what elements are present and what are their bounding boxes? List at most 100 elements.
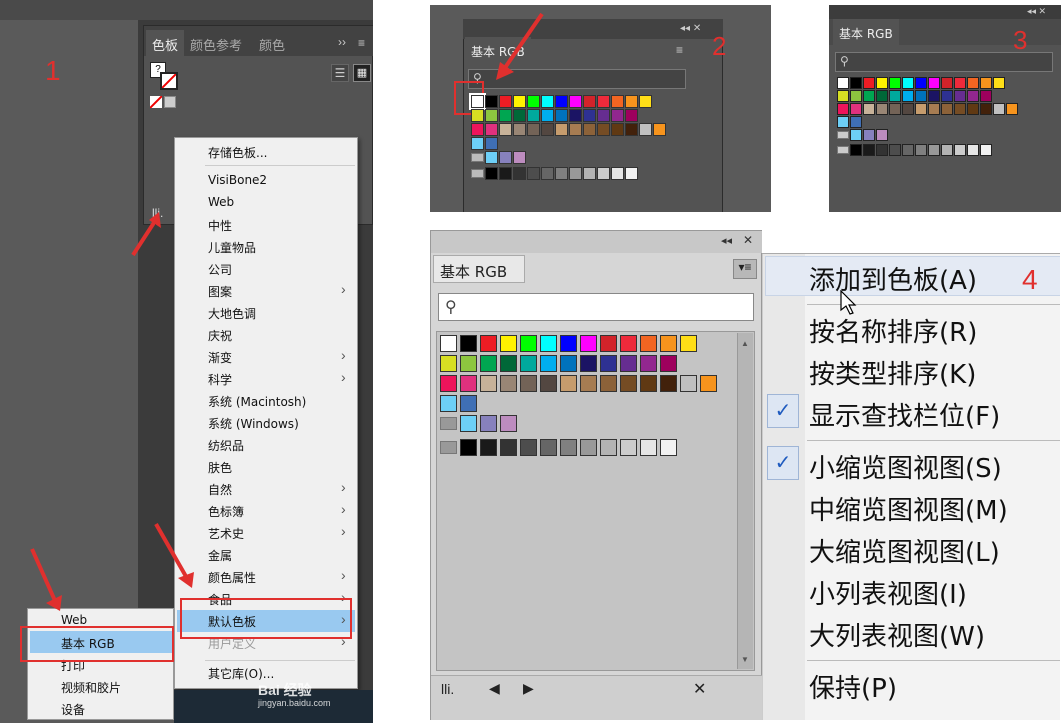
swatch[interactable] xyxy=(993,77,1005,89)
swatch[interactable] xyxy=(915,103,927,115)
swatch[interactable] xyxy=(480,375,497,392)
swatch[interactable] xyxy=(460,335,477,352)
swatch[interactable] xyxy=(480,439,497,456)
menu-item[interactable]: 图案 xyxy=(208,283,232,300)
swatch[interactable] xyxy=(440,335,457,352)
menu-item[interactable]: 大列表视图(W) xyxy=(809,616,985,653)
swatch[interactable] xyxy=(540,335,557,352)
swatch[interactable] xyxy=(580,335,597,352)
swatch[interactable] xyxy=(520,375,537,392)
menu-item[interactable]: VisiBone2 xyxy=(208,173,267,187)
submenu-item-web[interactable]: Web xyxy=(61,613,87,627)
swatch[interactable] xyxy=(513,95,526,108)
swatch[interactable] xyxy=(876,77,888,89)
swatch[interactable] xyxy=(527,109,540,122)
swatch[interactable] xyxy=(640,439,657,456)
swatch[interactable] xyxy=(660,355,677,372)
folder-icon[interactable] xyxy=(471,169,484,178)
swatch[interactable] xyxy=(902,90,914,102)
swatch[interactable] xyxy=(640,375,657,392)
swatch[interactable] xyxy=(876,144,888,156)
swatch[interactable] xyxy=(480,355,497,372)
menu-item-save-swatches[interactable]: 存储色板... xyxy=(208,144,267,161)
swatch[interactable] xyxy=(980,90,992,102)
swatch[interactable] xyxy=(600,335,617,352)
swatch[interactable] xyxy=(499,151,512,164)
swatch[interactable] xyxy=(625,109,638,122)
swatch[interactable] xyxy=(915,144,927,156)
swatch[interactable] xyxy=(941,90,953,102)
add-to-swatches-icon[interactable]: ✕ xyxy=(693,679,706,699)
swatch[interactable] xyxy=(680,375,697,392)
grid-view-icon[interactable]: ▦ xyxy=(353,64,371,82)
swatch[interactable] xyxy=(889,144,901,156)
swatch[interactable] xyxy=(499,109,512,122)
menu-item[interactable]: Web xyxy=(208,195,234,209)
swatch[interactable] xyxy=(1006,103,1018,115)
menu-item[interactable]: 公司 xyxy=(208,261,232,278)
swatch[interactable] xyxy=(583,95,596,108)
swatch[interactable] xyxy=(597,123,610,136)
swatch[interactable] xyxy=(863,103,875,115)
swatch[interactable] xyxy=(611,109,624,122)
folder-icon[interactable] xyxy=(471,153,484,162)
swatch[interactable] xyxy=(837,103,849,115)
swatch[interactable] xyxy=(620,355,637,372)
swatch[interactable] xyxy=(660,439,677,456)
swatch[interactable] xyxy=(555,123,568,136)
swatch[interactable] xyxy=(902,77,914,89)
swatch[interactable] xyxy=(941,103,953,115)
swatch[interactable] xyxy=(500,439,517,456)
next-icon[interactable]: ▶ xyxy=(523,680,534,697)
menu-item[interactable]: 添加到色板(A) xyxy=(809,260,977,297)
swatch[interactable] xyxy=(967,77,979,89)
menu-item[interactable]: 保持(P) xyxy=(809,668,897,705)
swatch[interactable] xyxy=(700,375,717,392)
swatch[interactable] xyxy=(485,123,498,136)
swatch[interactable] xyxy=(569,109,582,122)
swatch[interactable] xyxy=(993,103,1005,115)
swatch[interactable] xyxy=(928,144,940,156)
swatch[interactable] xyxy=(889,103,901,115)
swatch[interactable] xyxy=(500,355,517,372)
scrollbar[interactable]: ▲ ▼ xyxy=(737,333,753,669)
swatch[interactable] xyxy=(980,77,992,89)
swatch[interactable] xyxy=(967,144,979,156)
swatch[interactable] xyxy=(863,144,875,156)
swatch[interactable] xyxy=(555,167,568,180)
swatch[interactable] xyxy=(620,375,637,392)
menu-item[interactable]: 系统 (Windows) xyxy=(208,415,299,432)
swatch[interactable] xyxy=(850,129,862,141)
swatch[interactable] xyxy=(597,167,610,180)
swatch[interactable] xyxy=(915,90,927,102)
menu-item[interactable]: 金属 xyxy=(208,547,232,564)
swatch[interactable] xyxy=(620,439,637,456)
swatch[interactable] xyxy=(513,151,526,164)
stroke-none-icon[interactable] xyxy=(160,72,178,90)
menu-item[interactable]: 系统 (Macintosh) xyxy=(208,393,306,410)
swatch[interactable] xyxy=(680,335,697,352)
swatch[interactable] xyxy=(620,335,637,352)
menu-item[interactable]: 按类型排序(K) xyxy=(809,354,976,391)
swatch[interactable] xyxy=(485,137,498,150)
swatch[interactable] xyxy=(837,90,849,102)
swatch[interactable] xyxy=(485,109,498,122)
swatch[interactable] xyxy=(485,95,498,108)
swatch[interactable] xyxy=(527,167,540,180)
swatch[interactable] xyxy=(460,375,477,392)
swatch[interactable] xyxy=(980,144,992,156)
swatch[interactable] xyxy=(863,129,875,141)
swatch[interactable] xyxy=(569,123,582,136)
search-field[interactable]: ⚲ xyxy=(438,293,754,321)
folder-icon[interactable] xyxy=(837,146,849,154)
swatch[interactable] xyxy=(660,375,677,392)
swatch[interactable] xyxy=(540,439,557,456)
swatch[interactable] xyxy=(513,167,526,180)
swatch[interactable] xyxy=(520,439,537,456)
swatch[interactable] xyxy=(480,335,497,352)
swatch[interactable] xyxy=(541,109,554,122)
panel-menu-icon[interactable]: ≡ xyxy=(676,43,683,57)
swatch[interactable] xyxy=(597,95,610,108)
swatch[interactable] xyxy=(499,123,512,136)
swatch[interactable] xyxy=(954,90,966,102)
